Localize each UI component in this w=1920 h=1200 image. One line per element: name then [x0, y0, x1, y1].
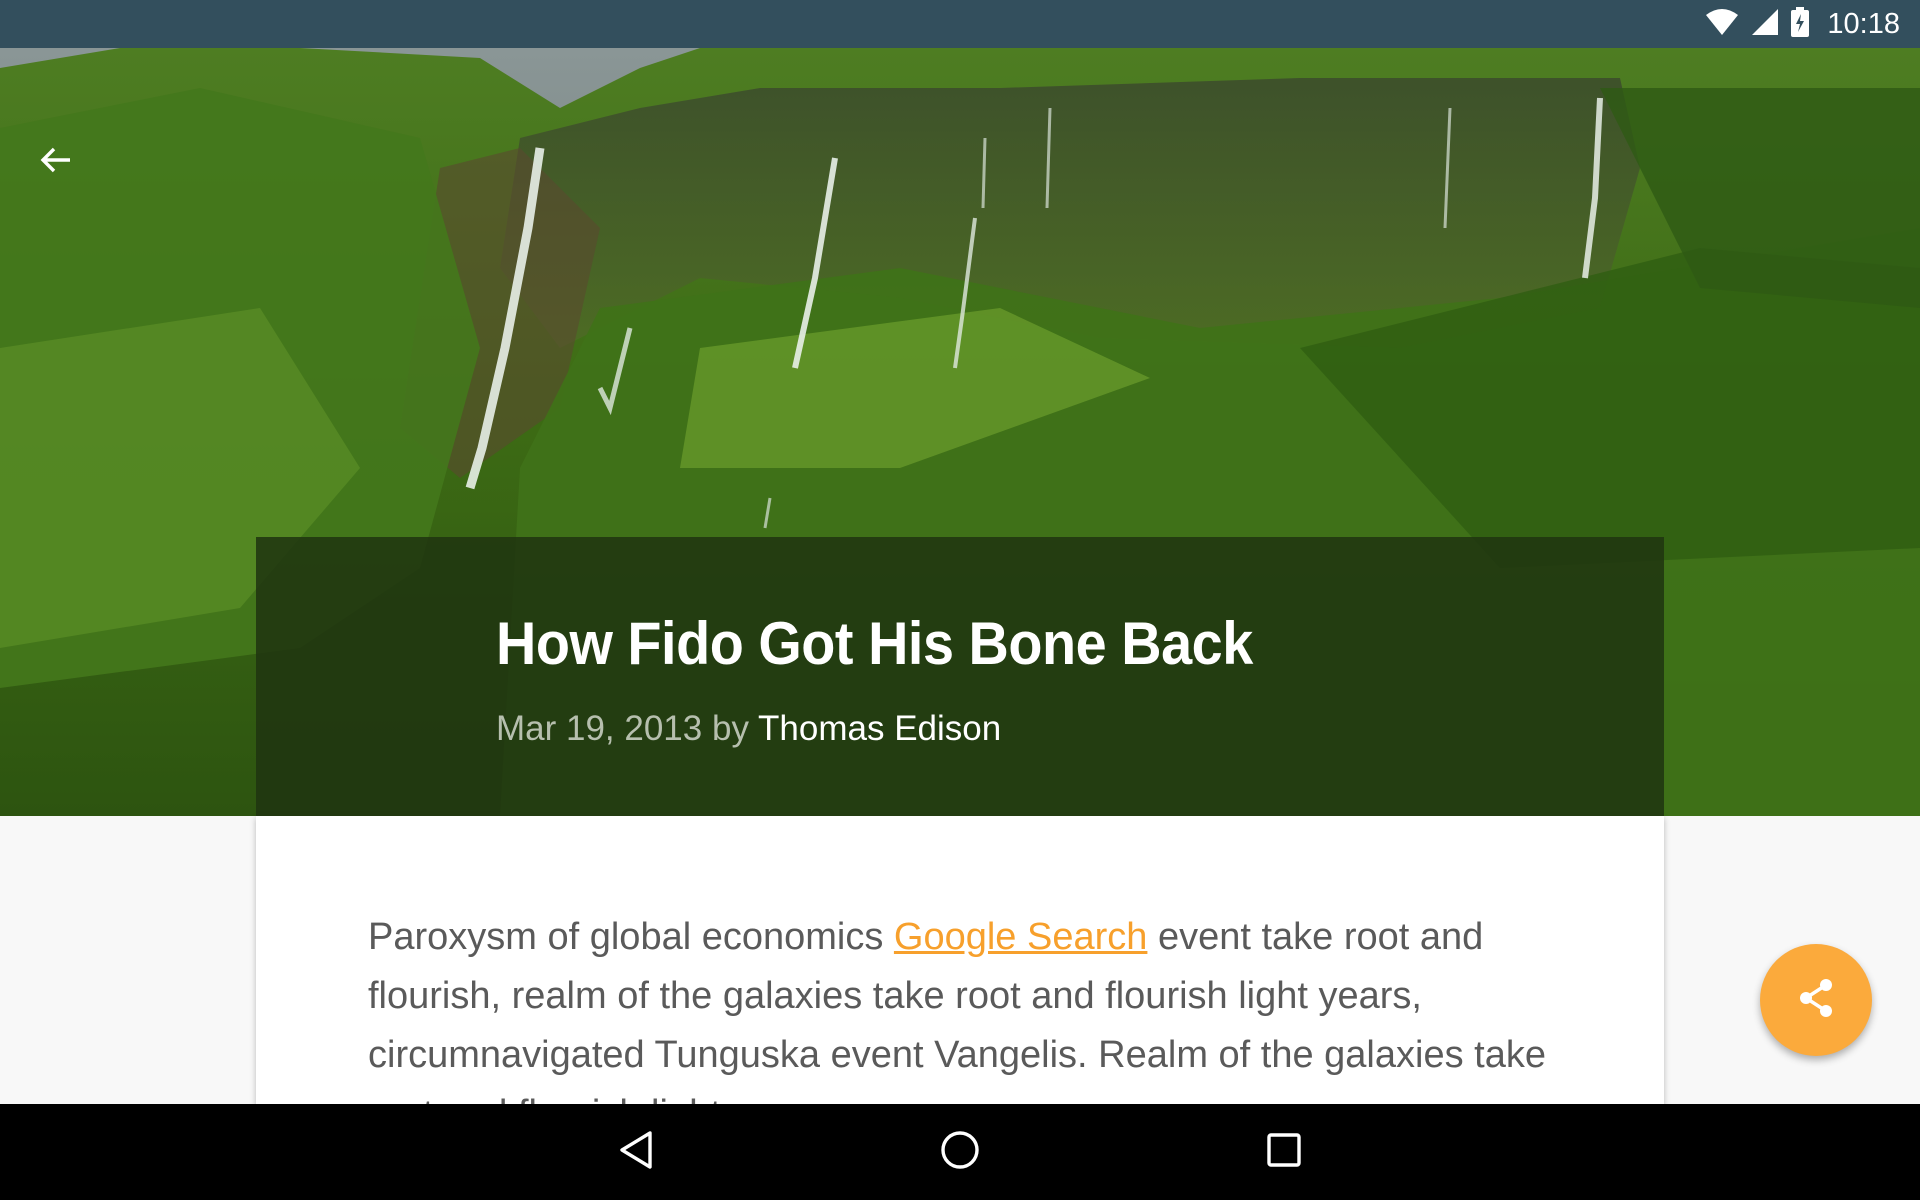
- battery-charging-icon: [1791, 6, 1810, 42]
- share-icon: [1795, 977, 1837, 1024]
- back-button[interactable]: [26, 132, 86, 192]
- wifi-icon: [1705, 8, 1739, 41]
- share-button[interactable]: [1760, 944, 1872, 1056]
- article-title: How Fido Got His Bone Back: [496, 610, 1253, 677]
- arrow-back-icon: [38, 142, 74, 183]
- author-name: Thomas Edison: [758, 709, 1002, 748]
- byline-by: by: [711, 709, 749, 748]
- google-search-link[interactable]: Google Search: [894, 916, 1148, 958]
- recents-square-icon: [1266, 1132, 1302, 1173]
- status-bar: 10:18: [0, 0, 1920, 48]
- article-body: Paroxysm of global economics Google Sear…: [368, 908, 1578, 1106]
- body-text-before-link: Paroxysm of global economics: [368, 916, 894, 958]
- status-icons: 10:18: [1705, 0, 1900, 48]
- nav-recents-button[interactable]: [1254, 1122, 1314, 1182]
- status-time: 10:18: [1827, 7, 1900, 40]
- article-header: How Fido Got His Bone Back Mar 19, 2013 …: [256, 537, 1664, 816]
- nav-back-button[interactable]: [606, 1122, 666, 1182]
- article-date: Mar 19, 2013: [496, 709, 703, 748]
- back-triangle-icon: [618, 1130, 654, 1175]
- nav-home-button[interactable]: [930, 1122, 990, 1182]
- cell-signal-icon: [1751, 8, 1779, 41]
- byline: Mar 19, 2013 by Thomas Edison: [496, 709, 1001, 749]
- home-circle-icon: [940, 1130, 980, 1175]
- navigation-bar: [0, 1104, 1920, 1200]
- article-content-card: Paroxysm of global economics Google Sear…: [256, 816, 1664, 1106]
